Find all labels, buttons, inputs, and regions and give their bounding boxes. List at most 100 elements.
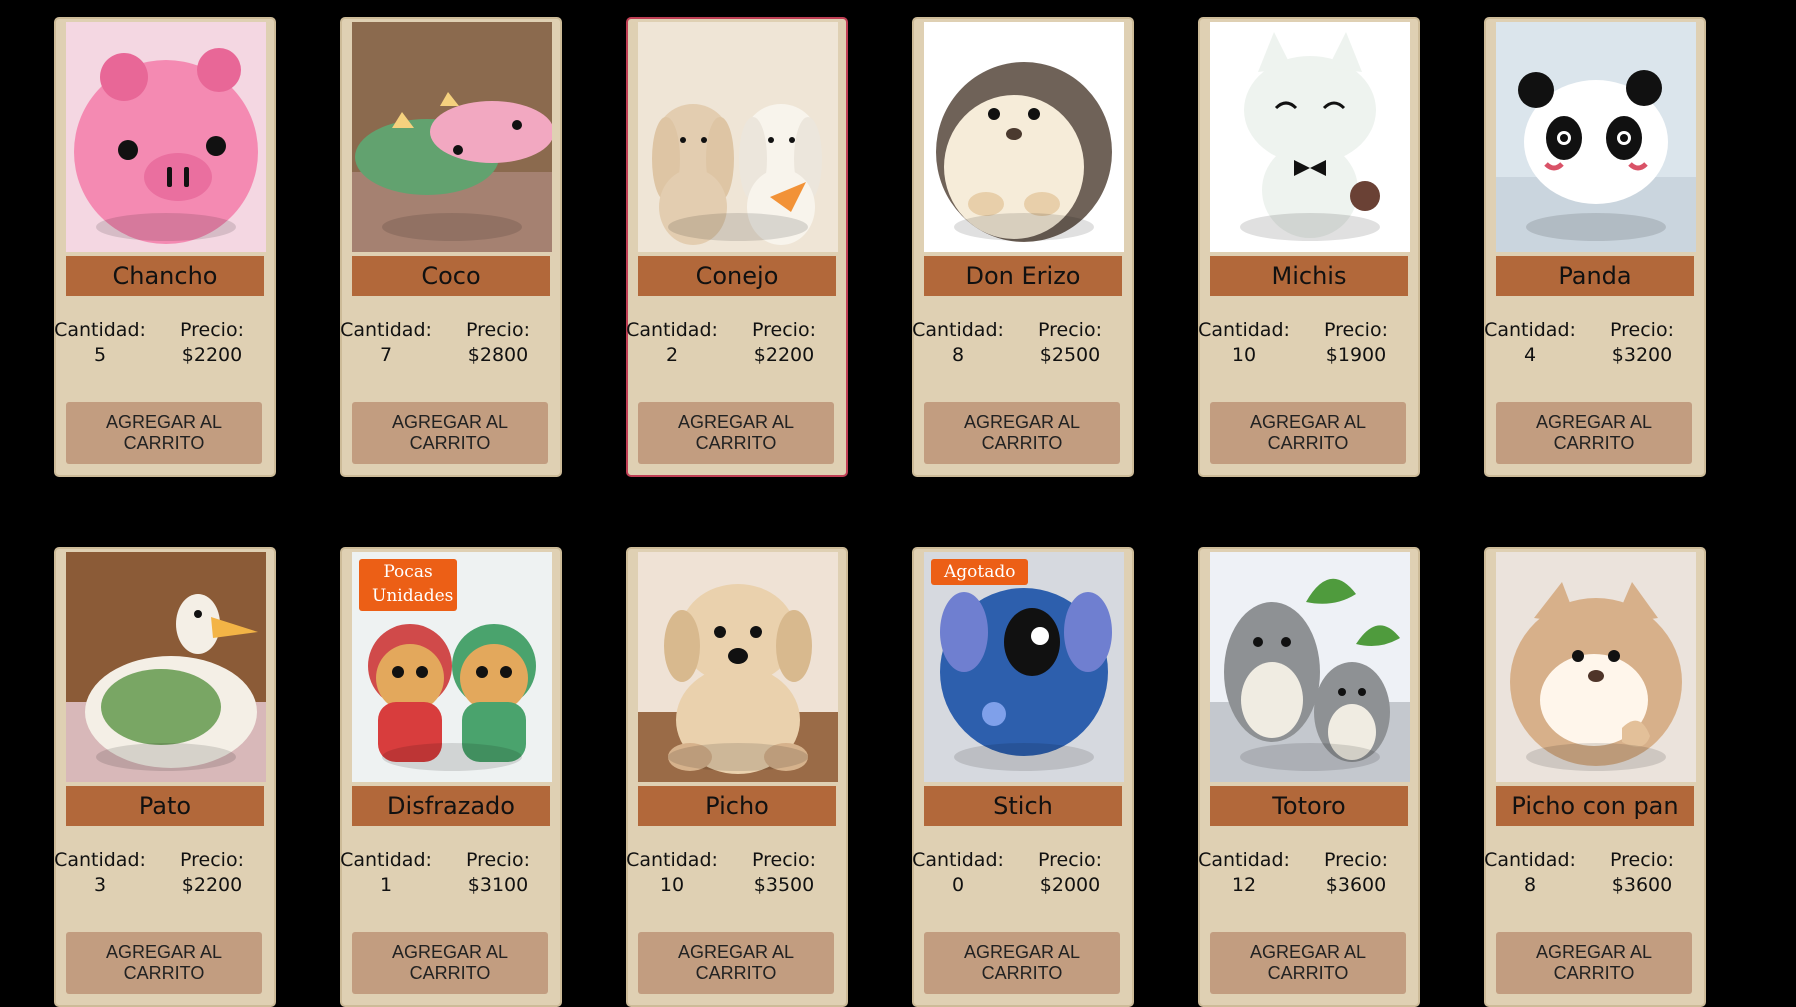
product-name: Don Erizo — [924, 256, 1122, 296]
price-group: Precio: $2200 — [166, 848, 258, 898]
add-to-cart-button[interactable]: AGREGAR AL CARRITO — [352, 932, 548, 994]
product-grid: Chancho Cantidad: 5 Precio: $2200 AGREGA… — [54, 17, 1706, 1007]
product-name: Pato — [66, 786, 264, 826]
quantity-value: 12 — [1231, 874, 1257, 896]
add-to-cart-button[interactable]: AGREGAR AL CARRITO — [352, 402, 548, 464]
product-image — [1496, 22, 1696, 252]
product-stats: Cantidad: 7 Precio: $2800 — [340, 318, 550, 368]
add-to-cart-button[interactable]: AGREGAR AL CARRITO — [924, 402, 1120, 464]
product-card-don-erizo: Don Erizo Cantidad: 8 Precio: $2500 AGRE… — [912, 17, 1134, 477]
product-stats: Cantidad: 0 Precio: $2000 — [912, 848, 1122, 898]
price-label: Precio: — [180, 849, 244, 871]
product-card-coco: Coco Cantidad: 7 Precio: $2800 AGREGAR A… — [340, 17, 562, 477]
price-label: Precio: — [752, 849, 816, 871]
dog-plush-icon — [638, 552, 838, 782]
product-stats: Cantidad: 3 Precio: $2200 — [54, 848, 264, 898]
product-image — [1496, 552, 1696, 782]
price-group: Precio: $3600 — [1310, 848, 1402, 898]
quantity-value: 4 — [1523, 344, 1537, 366]
hedgehog-plush-icon — [924, 22, 1124, 252]
product-image — [638, 552, 838, 782]
price-label: Precio: — [1038, 319, 1102, 341]
price-group: Precio: $2500 — [1024, 318, 1116, 368]
quantity-group: Cantidad: 3 — [54, 848, 146, 898]
price-label: Precio: — [180, 319, 244, 341]
quantity-group: Cantidad: 7 — [340, 318, 432, 368]
product-image — [924, 22, 1124, 252]
price-value: $1900 — [1325, 344, 1387, 366]
product-card-chancho: Chancho Cantidad: 5 Precio: $2200 AGREGA… — [54, 17, 276, 477]
product-stats: Cantidad: 1 Precio: $3100 — [340, 848, 550, 898]
product-card-disfrazado: Pocas Unidades Disfrazado Cantidad: 1 Pr… — [340, 547, 562, 1007]
price-group: Precio: $3600 — [1596, 848, 1688, 898]
quantity-group: Cantidad: 8 — [912, 318, 1004, 368]
product-card-conejo: Conejo Cantidad: 2 Precio: $2200 AGREGAR… — [626, 17, 848, 477]
price-group: Precio: $2000 — [1024, 848, 1116, 898]
quantity-label: Cantidad: — [1484, 319, 1576, 341]
quantity-label: Cantidad: — [912, 319, 1004, 341]
product-name: Stich — [924, 786, 1122, 826]
price-value: $2200 — [181, 344, 243, 366]
product-card-pato: Pato Cantidad: 3 Precio: $2200 AGREGAR A… — [54, 547, 276, 1007]
product-stats: Cantidad: 4 Precio: $3200 — [1484, 318, 1694, 368]
product-name: Picho con pan — [1496, 786, 1694, 826]
price-value: $3600 — [1325, 874, 1387, 896]
product-name: Picho — [638, 786, 836, 826]
add-to-cart-button[interactable]: AGREGAR AL CARRITO — [66, 932, 262, 994]
quantity-label: Cantidad: — [340, 319, 432, 341]
add-to-cart-button[interactable]: AGREGAR AL CARRITO — [638, 932, 834, 994]
quantity-value: 0 — [951, 874, 965, 896]
stitch-plush-icon — [924, 552, 1124, 782]
quantity-group: Cantidad: 5 — [54, 318, 146, 368]
product-card-michis: Michis Cantidad: 10 Precio: $1900 AGREGA… — [1198, 17, 1420, 477]
add-to-cart-button[interactable]: AGREGAR AL CARRITO — [924, 932, 1120, 994]
quantity-label: Cantidad: — [54, 849, 146, 871]
add-to-cart-button[interactable]: AGREGAR AL CARRITO — [1496, 932, 1692, 994]
add-to-cart-button[interactable]: AGREGAR AL CARRITO — [1210, 402, 1406, 464]
product-card-picho: Picho Cantidad: 10 Precio: $3500 AGREGAR… — [626, 547, 848, 1007]
quantity-label: Cantidad: — [54, 319, 146, 341]
price-label: Precio: — [1610, 319, 1674, 341]
quantity-value: 8 — [951, 344, 965, 366]
price-value: $2500 — [1039, 344, 1101, 366]
price-label: Precio: — [1610, 849, 1674, 871]
product-name: Totoro — [1210, 786, 1408, 826]
quantity-value: 5 — [93, 344, 107, 366]
quantity-value: 10 — [659, 874, 685, 896]
quantity-label: Cantidad: — [1484, 849, 1576, 871]
quantity-value: 3 — [93, 874, 107, 896]
add-to-cart-button[interactable]: AGREGAR AL CARRITO — [1496, 402, 1692, 464]
quantity-group: Cantidad: 10 — [626, 848, 718, 898]
product-name: Chancho — [66, 256, 264, 296]
product-image — [1210, 22, 1410, 252]
price-group: Precio: $3100 — [452, 848, 544, 898]
pig-plush-icon — [66, 22, 266, 252]
quantity-label: Cantidad: — [1198, 849, 1290, 871]
quantity-label: Cantidad: — [626, 849, 718, 871]
add-to-cart-button[interactable]: AGREGAR AL CARRITO — [638, 402, 834, 464]
price-value: $3100 — [467, 874, 529, 896]
price-value: $2000 — [1039, 874, 1101, 896]
product-card-stich: Agotado Stich Cantidad: 0 Precio: $2000 … — [912, 547, 1134, 1007]
product-stats: Cantidad: 5 Precio: $2200 — [54, 318, 264, 368]
duck-plush-icon — [66, 552, 266, 782]
price-group: Precio: $1900 — [1310, 318, 1402, 368]
add-to-cart-button[interactable]: AGREGAR AL CARRITO — [1210, 932, 1406, 994]
product-stats: Cantidad: 8 Precio: $3600 — [1484, 848, 1694, 898]
dinosaur-plush-icon — [352, 22, 552, 252]
price-value: $2200 — [181, 874, 243, 896]
quantity-group: Cantidad: 2 — [626, 318, 718, 368]
product-image — [1210, 552, 1410, 782]
add-to-cart-button[interactable]: AGREGAR AL CARRITO — [66, 402, 262, 464]
price-value: $3200 — [1611, 344, 1673, 366]
product-stats: Cantidad: 2 Precio: $2200 — [626, 318, 836, 368]
quantity-value: 8 — [1523, 874, 1537, 896]
price-label: Precio: — [1038, 849, 1102, 871]
product-image: Pocas Unidades — [352, 552, 552, 782]
product-name: Michis — [1210, 256, 1408, 296]
product-image — [66, 552, 266, 782]
product-stats: Cantidad: 12 Precio: $3600 — [1198, 848, 1408, 898]
quantity-value: 10 — [1231, 344, 1257, 366]
quantity-group: Cantidad: 12 — [1198, 848, 1290, 898]
quantity-value: 1 — [379, 874, 393, 896]
